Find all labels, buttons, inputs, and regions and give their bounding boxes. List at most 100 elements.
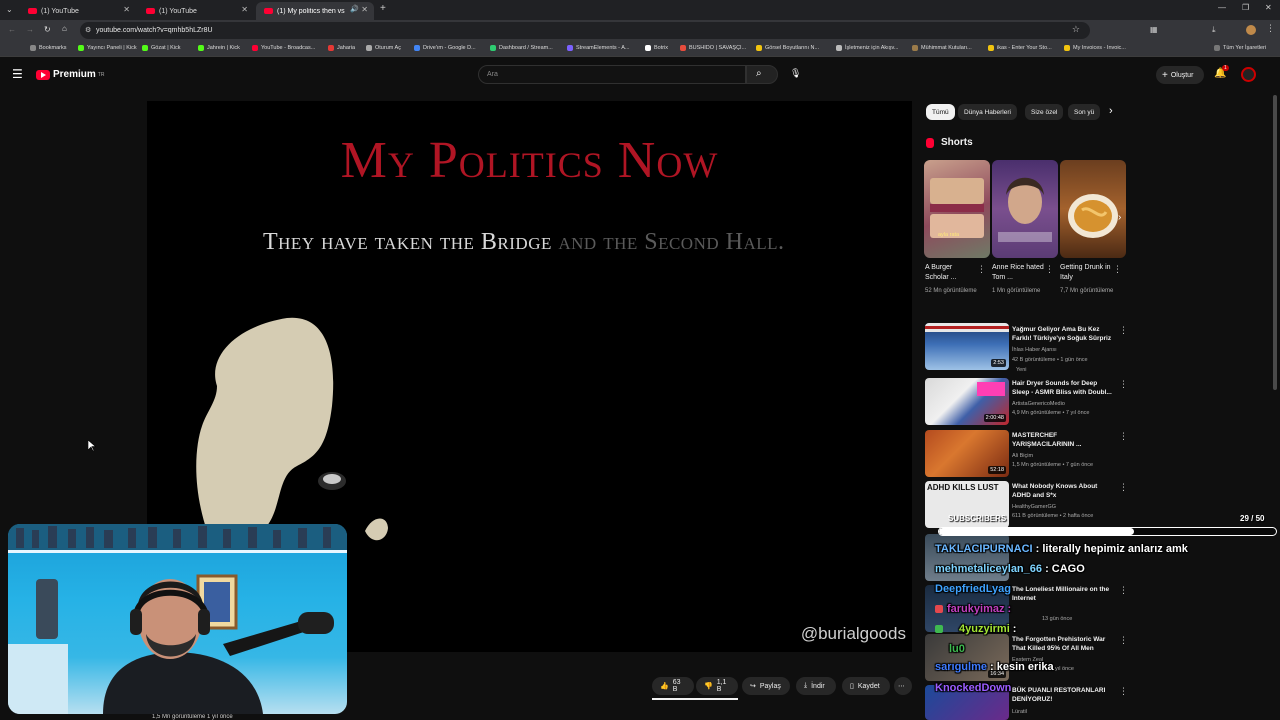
youtube-logo[interactable]: Premium TR <box>36 69 104 80</box>
tab-search-icon[interactable]: ⌄ <box>6 5 13 14</box>
page-scrollbar[interactable] <box>1273 95 1277 390</box>
bookmark-item[interactable]: Jaharia <box>328 45 355 51</box>
browser-tab-3-active[interactable]: (1) My politics then vs now 🔊 ✕ <box>256 2 374 20</box>
close-tab-icon[interactable]: ✕ <box>361 5 368 14</box>
short-title[interactable]: Getting Drunk in Italy <box>1060 263 1112 283</box>
forward-button[interactable]: → <box>26 25 34 34</box>
download-icon[interactable]: ⤓ <box>1212 25 1216 35</box>
video-thumbnail[interactable]: 52:18 <box>925 430 1009 477</box>
browser-tab-2[interactable]: (1) YouTube ✕ <box>138 2 254 20</box>
bookmark-item[interactable]: My Invoices - Invoic... <box>1064 45 1126 51</box>
bookmark-item[interactable]: Jahrein | Kick <box>198 45 240 51</box>
bookmark-item[interactable]: Drive'ım - Google D... <box>414 45 476 51</box>
home-button[interactable]: ⌂ <box>62 24 67 33</box>
chip-for-you[interactable]: Size özel <box>1025 104 1064 120</box>
video-channel[interactable]: Ali Biçim <box>1012 452 1122 461</box>
video-title[interactable]: What Nobody Knows About ADHD and S*x <box>1012 482 1112 500</box>
subscriber-goal-bar <box>938 527 1277 536</box>
chat-username: KnockedDown <box>935 682 1012 694</box>
maximize-button[interactable]: ❐ <box>1242 3 1249 12</box>
reload-button[interactable]: ↻ <box>44 25 51 34</box>
bookmark-item[interactable]: YouTube - Broadcas... <box>252 45 315 51</box>
profile-avatar[interactable] <box>1246 25 1256 35</box>
bookmarks-bar: Bookmarks Yayıncı Paneli | Kick Gözat | … <box>0 42 1280 57</box>
close-tab-icon[interactable]: ✕ <box>241 5 248 14</box>
bookmark-item[interactable]: Görsel Boyutlarını N... <box>756 45 819 51</box>
browser-menu-icon[interactable]: ⋮ <box>1266 23 1275 34</box>
extensions-icon[interactable]: ▦ <box>1150 25 1158 34</box>
video-title[interactable]: Yağmur Geliyor Ama Bu Kez Farklı! Türkiy… <box>1012 325 1112 343</box>
bookmark-item[interactable]: Yayıncı Paneli | Kick <box>78 45 137 51</box>
video-menu-icon[interactable]: ⋮ <box>1119 431 1128 442</box>
bookmark-item[interactable]: Oturum Aç <box>366 45 401 51</box>
shorts-next-icon[interactable]: › <box>1118 212 1121 223</box>
chat-text: : kesin erika <box>986 661 1054 673</box>
video-title[interactable]: BÜK PUANLI RESTORANLARI DENİYORUZ! <box>1012 686 1112 704</box>
video-menu-icon[interactable]: ⋮ <box>1119 585 1128 596</box>
video-menu-icon[interactable]: ⋮ <box>1119 482 1128 493</box>
save-button[interactable]: ▯ Kaydet <box>842 677 890 695</box>
bookmark-item[interactable]: İşletmeniz için Akışv... <box>836 45 898 51</box>
search-input[interactable]: Ara <box>478 65 746 84</box>
bookmark-item[interactable]: Gözat | Kick <box>142 45 181 51</box>
video-menu-icon[interactable]: ⋮ <box>1119 686 1128 697</box>
chat-username: faruk <box>947 603 974 615</box>
short-thumbnail[interactable]: › <box>1060 160 1126 258</box>
browser-tab-1[interactable]: (1) YouTube ✕ <box>20 2 136 20</box>
chip-all[interactable]: Tümü <box>926 104 955 120</box>
create-button[interactable]: + Oluştur <box>1156 66 1204 84</box>
download-button[interactable]: ⤓ İndir <box>796 677 836 695</box>
all-bookmarks[interactable]: Tüm Yer İşaretleri <box>1214 45 1266 51</box>
bookmark-item[interactable]: StreamElements - A... <box>567 45 630 51</box>
voice-search-icon[interactable]: 🎙 <box>790 68 801 79</box>
video-channel[interactable]: Lüratil <box>1012 708 1122 717</box>
like-button[interactable]: 👍 63 B <box>652 677 694 695</box>
chevron-right-icon[interactable]: › <box>1109 105 1113 117</box>
video-channel[interactable]: ArtistaGenericoMedio <box>1012 400 1122 409</box>
new-tab-button[interactable]: + <box>380 3 386 14</box>
bookmark-item[interactable]: ikas - Enter Your Sto... <box>988 45 1052 51</box>
short-thumbnail[interactable]: ayla rata <box>924 160 990 258</box>
video-menu-icon[interactable]: ⋮ <box>1119 379 1128 390</box>
video-title[interactable]: Hair Dryer Sounds for Deep Sleep - ASMR … <box>1012 379 1112 397</box>
back-button[interactable]: ← <box>8 25 16 34</box>
bookmark-item[interactable]: Bookmarks <box>30 45 67 51</box>
more-actions-button[interactable]: ⋯ <box>894 677 912 695</box>
premium-label: Premium <box>53 69 96 80</box>
bookmark-item[interactable]: Mühimmat Kutuları... <box>912 45 972 51</box>
bookmark-item[interactable]: Botrix <box>645 45 668 51</box>
hamburger-menu-icon[interactable]: ☰ <box>12 67 23 81</box>
share-button[interactable]: ↪ Paylaş <box>742 677 790 695</box>
url-bar[interactable]: ⚙ youtube.com/watch?v=qmhb5hLZr8U ☆ <box>80 22 1090 39</box>
site-info-icon[interactable]: ⚙ <box>85 26 91 34</box>
video-channel[interactable]: İhlas Haber Ajansı <box>1012 346 1122 355</box>
video-thumbnail[interactable]: 2:53 <box>925 323 1009 370</box>
bookmark-star-icon[interactable]: ☆ <box>1072 24 1080 35</box>
short-title[interactable]: A Burger Scholar ... <box>925 263 977 283</box>
video-menu-icon[interactable]: ⋮ <box>1119 635 1128 646</box>
short-title[interactable]: Anne Rice hated Tom ... <box>992 263 1044 283</box>
video-title[interactable]: MASTERCHEF YARIŞMACILARININ ... <box>1012 431 1112 449</box>
video-map-shape <box>196 317 388 541</box>
short-menu-icon[interactable]: ⋮ <box>977 264 986 275</box>
minimize-button[interactable]: — <box>1218 3 1226 12</box>
video-title[interactable]: The Loneliest Millionaire on the Interne… <box>1012 585 1112 603</box>
bookmark-item[interactable]: Dashboard / Stream... <box>490 45 553 51</box>
video-title[interactable]: The Forgotten Prehistoric War That Kille… <box>1012 635 1112 653</box>
account-avatar[interactable] <box>1241 67 1256 82</box>
video-channel[interactable]: HealthyGamerGG <box>1012 503 1122 512</box>
close-window-button[interactable]: ✕ <box>1265 3 1272 12</box>
short-menu-icon[interactable]: ⋮ <box>1045 264 1054 275</box>
close-tab-icon[interactable]: ✕ <box>123 5 130 14</box>
dislike-button[interactable]: 👎 1,1 B <box>696 677 738 695</box>
audio-playing-icon[interactable]: 🔊 <box>350 5 359 13</box>
short-thumbnail[interactable] <box>992 160 1058 258</box>
chip-recent[interactable]: Son yü <box>1068 104 1100 120</box>
video-thumbnail[interactable]: 16:34 <box>925 634 1009 681</box>
video-thumbnail[interactable]: 2:00:48 <box>925 378 1009 425</box>
chip-world-news[interactable]: Dünya Haberleri <box>958 104 1017 120</box>
search-button[interactable]: ⌕ <box>746 65 778 84</box>
bookmark-item[interactable]: BUSHIDO | SAVAŞÇI... <box>680 45 746 51</box>
short-menu-icon[interactable]: ⋮ <box>1113 264 1122 275</box>
video-menu-icon[interactable]: ⋮ <box>1119 325 1128 336</box>
